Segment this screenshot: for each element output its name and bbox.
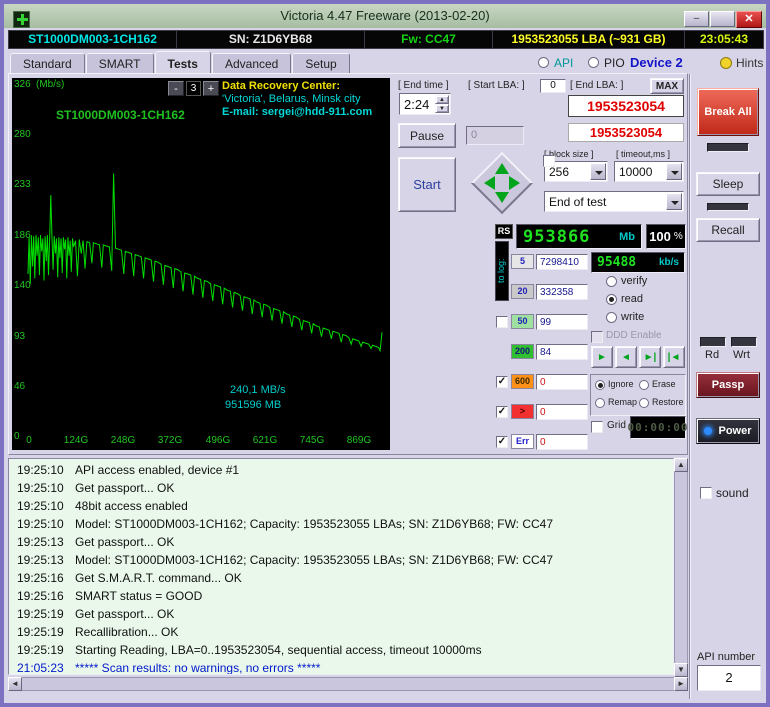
radio-label-verify: verify bbox=[621, 275, 648, 287]
legend-tile-50: 50 bbox=[511, 314, 534, 329]
legend-count-600: 0 bbox=[536, 374, 588, 390]
legend-tile-20: 20 bbox=[511, 284, 534, 299]
play-button[interactable]: ► bbox=[591, 346, 613, 368]
rewind-button[interactable]: ◄ bbox=[615, 346, 637, 368]
radio-verify[interactable] bbox=[606, 276, 617, 287]
legend-tile-600: 600 bbox=[511, 374, 534, 389]
legend-tile-Err: Err bbox=[511, 434, 534, 449]
legend-count-50: 99 bbox=[536, 314, 588, 330]
skip-back-button[interactable]: |◄ bbox=[663, 346, 685, 368]
legend-tile-5: 5 bbox=[511, 254, 534, 269]
dynamic-layer: 5 7298410 20 332358 50 99 200 84 ✓ 600 0 ✓ >0 ✓ Err 0 ve… bbox=[0, 0, 770, 707]
skip-forward-button[interactable]: ►| bbox=[639, 346, 661, 368]
to-log-checkbox-600[interactable]: ✓ bbox=[496, 376, 508, 388]
legend-count->: 0 bbox=[536, 404, 588, 420]
radio-label-write: write bbox=[621, 311, 645, 323]
legend-count-Err: 0 bbox=[536, 434, 588, 450]
radio-label-read: read bbox=[621, 293, 644, 305]
legend-tile-200: 200 bbox=[511, 344, 534, 359]
to-log-checkbox-Err[interactable]: ✓ bbox=[496, 436, 508, 448]
legend-count-200: 84 bbox=[536, 344, 588, 360]
legend-count-5: 7298410 bbox=[536, 254, 588, 270]
to-log-checkbox->[interactable]: ✓ bbox=[496, 406, 508, 418]
legend-tile->: > bbox=[511, 404, 534, 419]
radio-write[interactable] bbox=[606, 312, 617, 323]
legend-count-20: 332358 bbox=[536, 284, 588, 300]
to-log-checkbox-50[interactable] bbox=[496, 316, 508, 328]
radio-read[interactable] bbox=[606, 294, 617, 305]
victoria-app-window: Victoria 4.47 Freeware (2013-02-20) – ✕ … bbox=[0, 0, 770, 707]
